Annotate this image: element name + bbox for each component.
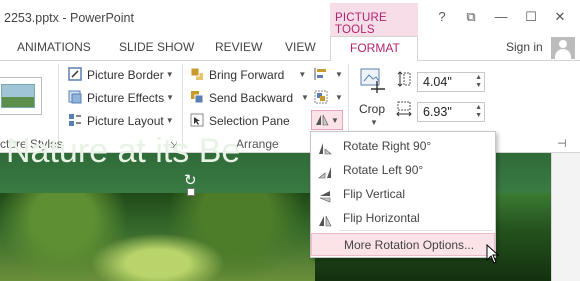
rotate-right-icon [318, 140, 332, 155]
menu-item-label: Rotate Right 90° [343, 139, 432, 153]
flip-vertical-icon [318, 188, 332, 203]
send-backward-button[interactable]: Send Backward ▼ [190, 88, 309, 108]
rotate-left-icon [318, 164, 332, 179]
resize-handle[interactable] [187, 188, 195, 196]
menu-separator [339, 230, 493, 231]
picture-border-label: Picture Border [87, 68, 164, 82]
bring-forward-icon [190, 67, 204, 81]
chevron-down-icon: ▼ [165, 70, 174, 79]
height-value: 4.04" [423, 75, 452, 89]
collapse-ribbon-icon[interactable]: ⊣ [557, 137, 567, 150]
width-value: 6.93" [423, 105, 452, 119]
picture-layout-icon [68, 113, 82, 127]
tab-review[interactable]: REVIEW [215, 40, 262, 54]
slide-forest-image[interactable] [0, 193, 315, 281]
tab-format-label: FORMAT [350, 41, 400, 55]
avatar[interactable] [551, 37, 575, 59]
bring-forward-button[interactable]: Bring Forward ▼ [190, 65, 306, 85]
menu-item-more-rotation-options[interactable]: More Rotation Options... [311, 233, 495, 256]
picture-tools-header: PICTURE TOOLS [330, 3, 418, 37]
help-button[interactable]: ? [433, 9, 451, 25]
menu-item-label: Flip Horizontal [343, 211, 420, 225]
ribbon-display-options-button[interactable]: ⧉ [462, 9, 480, 25]
rotate-icon [315, 113, 329, 127]
picture-layout-label: Picture Layout [87, 114, 164, 128]
picture-effects-icon [68, 90, 82, 104]
send-backward-icon [190, 90, 204, 104]
rotate-menu: Rotate Right 90° Rotate Left 90° Flip Ve… [310, 131, 496, 258]
crop-icon [357, 67, 387, 103]
chevron-down-icon: ▼ [301, 93, 309, 102]
chevron-down-icon: ▼ [370, 118, 378, 127]
bring-forward-label: Bring Forward [209, 68, 285, 82]
menu-item-flip-vertical[interactable]: Flip Vertical [311, 183, 495, 206]
chevron-down-icon: ▼ [166, 93, 175, 102]
group-objects-button[interactable]: ▼ [314, 88, 343, 108]
rotate-button[interactable]: ▼ [311, 110, 343, 130]
picture-style-thumbnail[interactable] [0, 77, 42, 115]
spin-down-icon[interactable]: ▼ [475, 112, 482, 119]
group-icon [314, 90, 328, 104]
ribbon-tabs: ANIMATIONS SLIDE SHOW REVIEW VIEW [0, 36, 580, 60]
menu-item-flip-horizontal[interactable]: Flip Horizontal [311, 207, 495, 230]
mouse-pointer-icon [486, 243, 500, 267]
menu-item-label: Rotate Left 90° [343, 163, 424, 177]
group-label-arrange: Arrange [236, 137, 279, 151]
menu-item-label: More Rotation Options... [344, 238, 475, 252]
height-icon [396, 70, 412, 90]
height-field[interactable]: 4.04" ▲ ▼ [417, 72, 485, 92]
close-button[interactable]: ✕ [551, 9, 569, 25]
selection-pane-icon [190, 113, 204, 127]
slide-title[interactable]: Nature at its Be [6, 132, 240, 171]
chevron-down-icon: ▼ [165, 116, 174, 125]
picture-border-button[interactable]: Picture Border ▼ [68, 65, 174, 85]
spin-up-icon[interactable]: ▲ [475, 74, 482, 81]
picture-border-icon [68, 67, 82, 81]
spin-up-icon[interactable]: ▲ [475, 104, 482, 111]
align-button[interactable]: ▼ [314, 65, 343, 85]
width-icon [396, 100, 412, 120]
window-title: 2253.pptx - PowerPoint [4, 11, 134, 25]
tab-format[interactable]: FORMAT [330, 36, 418, 61]
picture-effects-label: Picture Effects [87, 91, 165, 105]
tab-slide-show[interactable]: SLIDE SHOW [119, 40, 194, 54]
context-group-label: PICTURE TOOLS [335, 12, 387, 36]
tab-animations[interactable]: ANIMATIONS [17, 40, 91, 54]
tab-view[interactable]: VIEW [285, 40, 316, 54]
picture-layout-button[interactable]: Picture Layout ▼ [68, 111, 174, 131]
chevron-down-icon: ▼ [331, 116, 339, 125]
flip-horizontal-icon [318, 212, 332, 227]
chevron-down-icon: ▼ [335, 93, 343, 102]
align-icon [314, 67, 328, 81]
vertical-scrollbar[interactable] [551, 153, 580, 281]
width-field[interactable]: 6.93" ▲ ▼ [417, 102, 485, 122]
menu-item-label: Flip Vertical [343, 187, 406, 201]
send-backward-label: Send Backward [209, 91, 294, 105]
rotation-handle-icon[interactable]: ↻ [184, 171, 197, 189]
picture-effects-button[interactable]: Picture Effects ▼ [68, 88, 174, 108]
chevron-down-icon: ▼ [298, 70, 307, 79]
chevron-down-icon: ▼ [335, 70, 343, 79]
spin-down-icon[interactable]: ▼ [475, 82, 482, 89]
minimize-button[interactable]: — [492, 9, 510, 25]
sign-in-link[interactable]: Sign in [506, 40, 543, 54]
selection-pane-label: Selection Pane [209, 114, 290, 128]
maximize-button[interactable]: ☐ [522, 9, 540, 25]
selection-pane-button[interactable]: Selection Pane [190, 111, 290, 131]
menu-item-rotate-left[interactable]: Rotate Left 90° [311, 159, 495, 182]
menu-item-rotate-right[interactable]: Rotate Right 90° [311, 135, 495, 158]
